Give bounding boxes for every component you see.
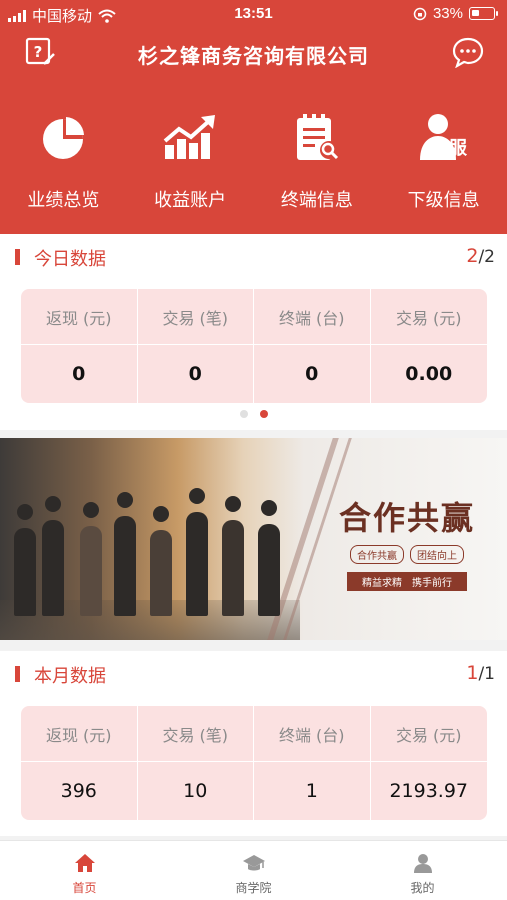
tab-mine[interactable]: 我的 [338,841,507,900]
pie-chart-icon [43,117,85,159]
stat-value: 0 [138,345,254,403]
banner-slogan-title: 合作共赢 [338,499,475,537]
page-indicator: 2/2 [466,245,495,267]
banner-tag: 团结向上 [410,545,464,564]
page-current: 2 [466,245,479,267]
quick-actions: 业绩总览 收益账户 终端信息 服 下级信息 [0,108,507,218]
header: 中国移动 13:51 33% ? 杉之锋商务咨询有限公司 业绩总览 收益账户 终… [0,0,507,234]
quick-action-earnings[interactable]: 收益账户 [127,108,254,218]
month-data-section: 本月数据 1/1 返现 (元) 交易 (笔) 终端 (台) 交易 (元) 396… [0,651,507,836]
stat-header: 交易 (元) [370,706,487,762]
status-bar: 中国移动 13:51 33% [0,0,507,28]
quick-action-label: 下级信息 [407,190,480,211]
promo-banner[interactable]: 合作共赢 合作共赢 团结向上 精益求精 携手前行 [0,438,507,640]
tab-business-school[interactable]: 商学院 [169,841,338,900]
stat-value: 0 [254,345,371,403]
section-title: 本月数据 [34,666,106,687]
quick-action-terminal[interactable]: 终端信息 [254,108,381,218]
terminal-clipboard-icon [296,114,338,160]
page-indicator: 1/1 [466,662,495,684]
section-marker [15,666,20,682]
today-section-header: 今日数据 2/2 [0,234,507,280]
message-icon[interactable] [451,36,485,68]
stat-header: 交易 (元) [370,289,487,345]
user-icon [413,854,432,873]
stat-value: 2193.97 [389,780,469,802]
stat-header: 返现 (元) [21,706,138,762]
carousel-dot[interactable] [239,410,248,418]
quick-action-performance[interactable]: 业绩总览 [0,108,127,218]
rotation-lock-icon [413,7,427,20]
page-total: /1 [478,664,495,684]
stat-value: 1 [254,762,371,820]
month-stats-grid[interactable]: 返现 (元) 交易 (笔) 终端 (台) 交易 (元) 396 10 1 219… [21,706,487,820]
stat-value: 0.00 [405,363,453,385]
subordinate-icon-text: 服 [449,138,468,159]
page-title: 杉之锋商务咨询有限公司 [138,44,369,68]
battery-percent: 33% [432,5,463,22]
section-title: 今日数据 [34,249,106,270]
banner-subtitle: 精益求精 携手前行 [347,572,467,591]
carousel-dot-active[interactable] [259,410,268,418]
growth-chart-icon [163,115,216,159]
stat-value: 0 [21,345,138,403]
stat-header: 终端 (台) [254,289,371,345]
section-marker [15,249,20,265]
carousel-dots[interactable] [0,410,507,420]
subordinate-user-icon: 服 [419,114,468,160]
month-section-header: 本月数据 1/1 [0,651,507,697]
banner-tag: 合作共赢 [350,545,404,564]
bottom-tab-bar: 首页 商学院 我的 [0,840,507,900]
stat-header: 交易 (笔) [137,289,254,345]
page-total: /2 [478,247,495,267]
quick-action-subordinate[interactable]: 服 下级信息 [380,108,507,218]
home-icon [74,854,95,872]
today-data-section: 今日数据 2/2 返现 (元) 交易 (笔) 终端 (台) 交易 (元) 0 0… [0,234,507,430]
quick-action-label: 终端信息 [280,190,353,211]
quick-action-label: 业绩总览 [27,190,100,211]
tab-label: 首页 [72,881,97,895]
banner-slogan: 合作共赢 合作共赢 团结向上 精益求精 携手前行 [322,493,492,591]
tab-home[interactable]: 首页 [0,841,169,900]
stat-header: 终端 (台) [254,706,371,762]
tab-label: 商学院 [235,881,272,895]
stat-header: 交易 (笔) [137,706,254,762]
stat-value: 396 [21,762,138,820]
page-current: 1 [466,662,479,684]
battery-icon [469,7,498,20]
tab-label: 我的 [410,881,435,895]
graduation-cap-icon [242,855,265,871]
stat-header: 返现 (元) [21,289,138,345]
quick-action-label: 收益账户 [154,190,227,211]
title-bar: ? 杉之锋商务咨询有限公司 [0,30,507,76]
today-stats-grid[interactable]: 返现 (元) 交易 (笔) 终端 (台) 交易 (元) 0 0 0 0.00 [21,289,487,403]
banner-tags: 合作共赢 团结向上 [322,545,492,564]
stat-value: 10 [138,762,254,820]
